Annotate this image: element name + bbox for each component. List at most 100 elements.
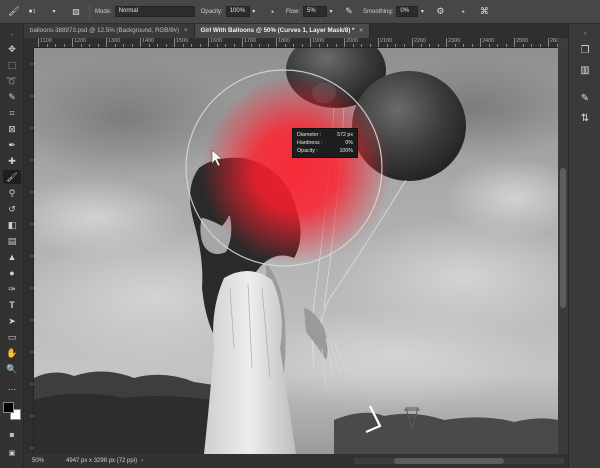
chevron-down-icon[interactable]: ▾: [46, 4, 62, 20]
brush-size-tooltip: Diameter : 572 px Hardness : 0% Opacity : 1…: [292, 128, 358, 158]
ruler-minor-tick: [403, 44, 405, 47]
history-brush-tool-icon[interactable]: ↺: [3, 202, 21, 216]
rectangle-tool-icon[interactable]: ▭: [3, 330, 21, 344]
brush-settings-icon[interactable]: ✎: [575, 90, 595, 106]
pressure-size-icon[interactable]: ◔: [454, 4, 470, 20]
adjustments-panel-icon[interactable]: ⇅: [575, 110, 595, 126]
ruler-minor-tick: [46, 44, 48, 47]
brush-tool-icon[interactable]: 🖌: [3, 170, 21, 184]
photo-girl-with-balloons: [34, 48, 558, 454]
ruler-tick: [514, 38, 515, 47]
crop-tool-icon[interactable]: ⌗: [3, 106, 21, 120]
smoothing-label: Smoothing:: [363, 8, 394, 15]
brush-tool-icon[interactable]: 🖌: [6, 4, 22, 20]
opacity-field[interactable]: 100%: [225, 6, 250, 17]
tab-label: balloons-388973.psd @ 12.5% (Background,…: [30, 27, 180, 34]
right-panel-dock: « ❐ ▥ ✎ ⇅: [568, 24, 600, 468]
lasso-tool-icon[interactable]: ➰: [3, 74, 21, 88]
clone-stamp-tool-icon[interactable]: ⚲: [3, 186, 21, 200]
opacity-label: Opacity:: [200, 8, 223, 15]
panel-collapse-icon[interactable]: »: [3, 28, 21, 42]
ruler-minor-tick: [454, 44, 456, 47]
ruler-minor-tick: [352, 44, 354, 47]
document-canvas[interactable]: Diameter : 572 px Hardness : 0% Opacity : 1…: [34, 48, 558, 454]
ruler-minor-tick: [522, 44, 524, 47]
libraries-panel-icon[interactable]: ▥: [575, 62, 595, 78]
zoom-level[interactable]: 50%: [32, 458, 44, 464]
ruler-minor-tick: [488, 44, 490, 47]
ruler-tick: [38, 38, 39, 47]
frame-tool-icon[interactable]: ⊠: [3, 122, 21, 136]
more-tools-icon[interactable]: …: [3, 380, 21, 394]
close-icon[interactable]: ×: [359, 24, 363, 38]
ruler-minor-tick: [89, 44, 90, 47]
options-bar: 🖌 ● 1 ▾ ▨ Mode: Normal Opacity: 100% ▾ ◔ …: [0, 0, 600, 24]
layers-panel-icon[interactable]: ❐: [575, 42, 595, 58]
ruler-minor-tick: [182, 44, 184, 47]
tab-girl-with-balloons[interactable]: Girl With Balloons @ 50% (Curves 1, Laye…: [194, 24, 370, 38]
ruler-tick: [344, 38, 345, 47]
ruler-minor-tick: [114, 44, 116, 47]
ruler-tick: [208, 38, 209, 47]
horizontal-scrollbar[interactable]: [354, 458, 564, 464]
ruler-tick: [480, 38, 481, 47]
pen-tool-icon[interactable]: ✑: [3, 282, 21, 296]
ruler-minor-tick: [131, 44, 133, 47]
foreground-color-swatch[interactable]: [3, 402, 14, 413]
ruler-minor-tick: [267, 44, 269, 47]
ruler-tick: [140, 38, 141, 47]
scrollbar-thumb[interactable]: [560, 168, 566, 308]
chevron-down-icon[interactable]: ▾: [327, 4, 335, 20]
marquee-tool-icon[interactable]: ⬚: [3, 58, 21, 72]
close-icon[interactable]: ×: [184, 24, 188, 38]
ruler-minor-tick: [63, 44, 65, 47]
quick-selection-tool-icon[interactable]: ✎: [3, 90, 21, 104]
vertical-scrollbar[interactable]: [558, 48, 568, 454]
panel-collapse-icon[interactable]: «: [575, 26, 595, 42]
ruler-minor-tick: [531, 44, 532, 47]
ruler-minor-tick: [429, 44, 430, 47]
screen-mode-icon[interactable]: ▣: [3, 446, 21, 460]
path-selection-tool-icon[interactable]: ➤: [3, 314, 21, 328]
scrollbar-thumb[interactable]: [394, 458, 504, 464]
tools-panel: » ✥ ⬚ ➰ ✎ ⌗ ⊠ ✒ ✚ 🖌 ⚲ ↺ ◧ ▤ ▲ ● ✑ T ➤ ▭ …: [0, 24, 24, 468]
gradient-tool-icon[interactable]: ▤: [3, 234, 21, 248]
ruler-minor-tick: [250, 44, 252, 47]
tab-balloons-psd[interactable]: balloons-388973.psd @ 12.5% (Background,…: [24, 24, 195, 38]
ruler-minor-tick: [395, 44, 396, 47]
brush-settings-panel-icon[interactable]: ▨: [68, 4, 84, 20]
healing-brush-tool-icon[interactable]: ✚: [3, 154, 21, 168]
symmetry-icon[interactable]: ⌘: [476, 4, 492, 20]
chevron-down-icon[interactable]: ▾: [250, 4, 258, 20]
chevron-down-icon[interactable]: ▾: [418, 4, 426, 20]
ruler-minor-tick: [361, 44, 362, 47]
mode-select[interactable]: Normal: [114, 6, 195, 17]
ruler-tick: [446, 38, 447, 47]
ruler-minor-tick: [539, 44, 541, 47]
airbrush-icon[interactable]: ✎: [341, 4, 357, 20]
blur-tool-icon[interactable]: ▲: [3, 250, 21, 264]
ruler-minor-tick: [463, 44, 464, 47]
chevron-right-icon[interactable]: ›: [141, 458, 143, 464]
eyedropper-tool-icon[interactable]: ✒: [3, 138, 21, 152]
ruler-minor-tick: [55, 44, 56, 47]
ruler-tick: [378, 38, 379, 47]
dodge-tool-icon[interactable]: ●: [3, 266, 21, 280]
move-tool-icon[interactable]: ✥: [3, 42, 21, 56]
vertical-ruler: [24, 48, 34, 454]
gear-icon[interactable]: ⚙: [432, 4, 448, 20]
ruler-tick: [310, 38, 311, 47]
quick-mask-icon[interactable]: ◙: [3, 428, 21, 442]
brush-preset-picker[interactable]: ● 1: [24, 4, 40, 20]
ruler-minor-tick: [318, 44, 320, 47]
hardness-value: 0%: [345, 140, 353, 146]
pressure-opacity-icon[interactable]: ◔: [264, 4, 280, 20]
eraser-tool-icon[interactable]: ◧: [3, 218, 21, 232]
flow-field[interactable]: 5%: [303, 6, 328, 17]
type-tool-icon[interactable]: T: [3, 298, 21, 312]
smoothing-field[interactable]: 0%: [396, 6, 419, 17]
hand-tool-icon[interactable]: ✋: [3, 346, 21, 360]
mode-label: Mode:: [95, 8, 112, 15]
status-bar: 50% 4947 px x 3298 px (72 ppi) ›: [24, 454, 568, 468]
zoom-tool-icon[interactable]: 🔍: [3, 362, 21, 376]
